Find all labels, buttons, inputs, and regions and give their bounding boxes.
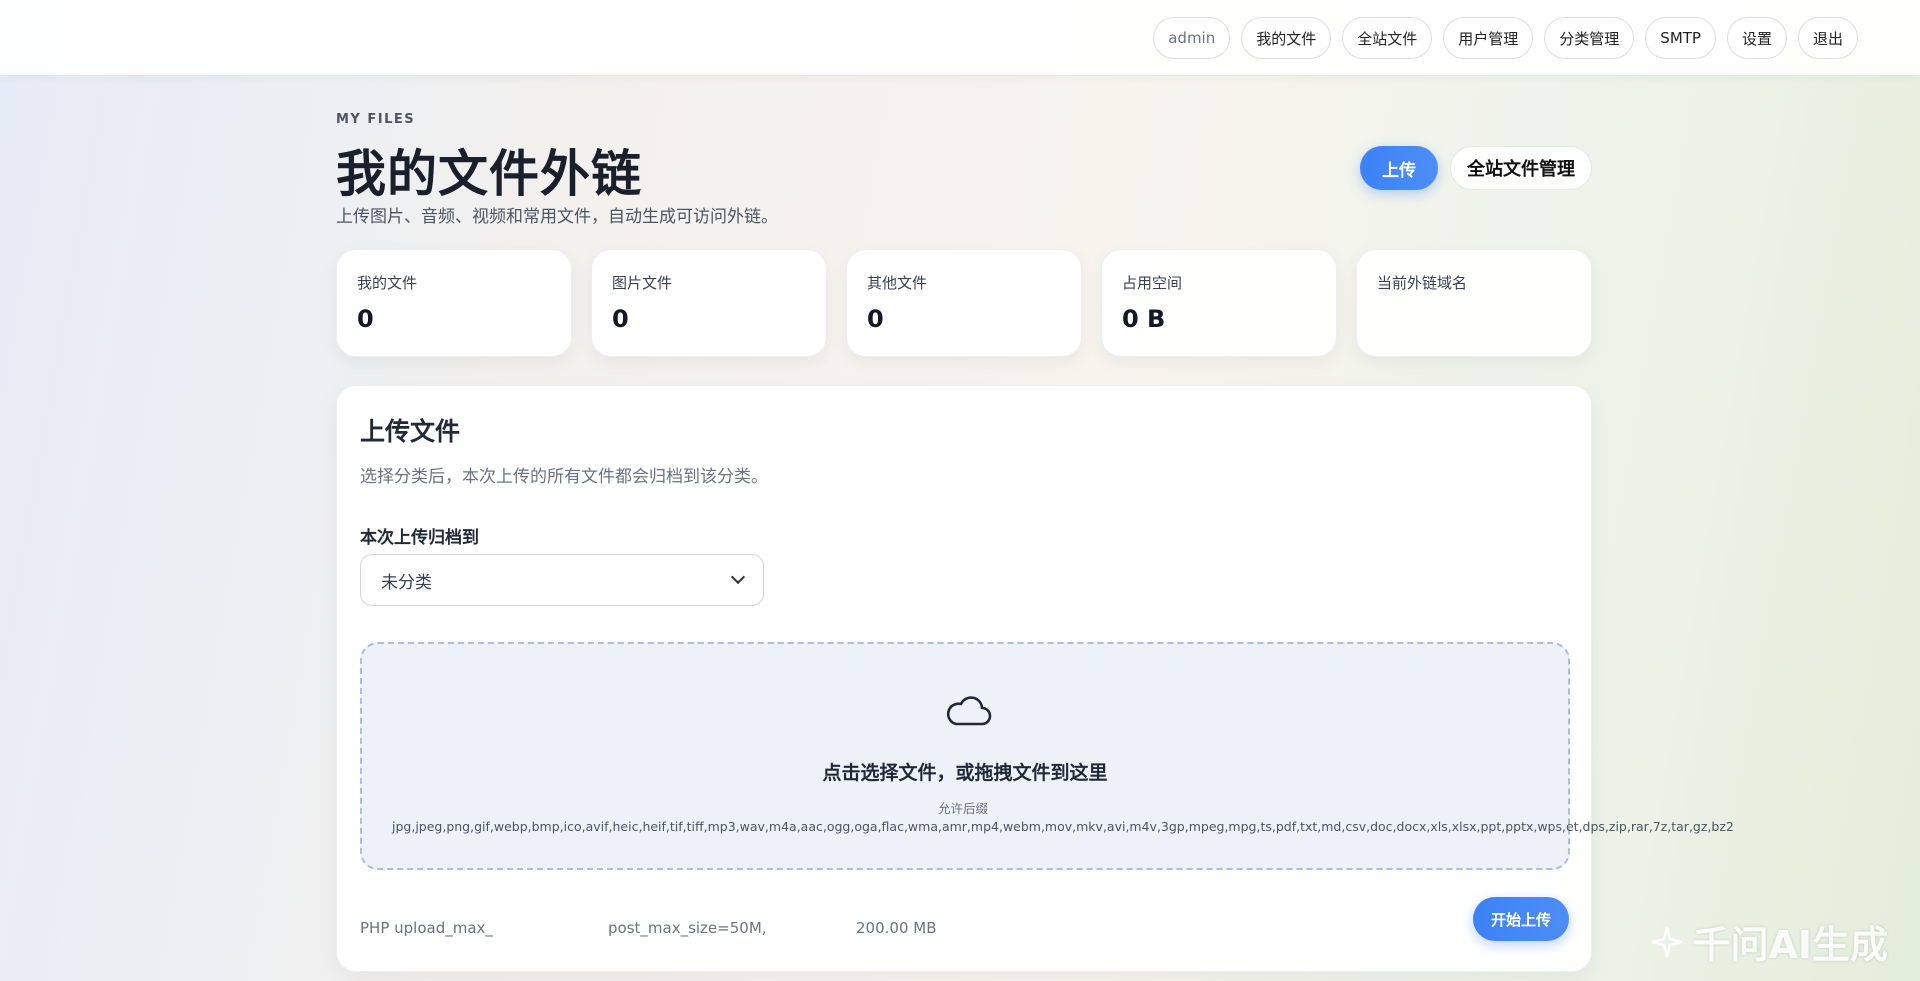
allowed-types-prefix: 允许后缀 xyxy=(937,801,988,816)
allowed-types-list: jpg,jpeg,png,gif,webp,bmp,ico,avif,heic,… xyxy=(392,819,1734,834)
nav-logout[interactable]: 退出 xyxy=(1797,17,1858,59)
page-eyebrow: MY FILES xyxy=(336,112,416,127)
upload-panel-description: 选择分类后，本次上传的所有文件都会归档到该分类。 xyxy=(360,467,768,487)
chevron-down-icon xyxy=(730,569,746,585)
cloud-icon xyxy=(946,696,992,726)
top-navbar: admin 我的文件 全站文件 用户管理 分类管理 SMTP 设置 退出 xyxy=(0,0,1920,76)
stat-label: 图片文件 xyxy=(612,274,673,292)
upload-panel-title: 上传文件 xyxy=(360,417,461,446)
stat-label: 我的文件 xyxy=(357,274,418,292)
limit-size: 200.00 MB xyxy=(856,919,937,937)
stat-card-my-files: 我的文件 0 xyxy=(336,249,572,357)
upload-panel: 上传文件 选择分类后，本次上传的所有文件都会归档到该分类。 本次上传归档到 未分… xyxy=(336,385,1734,972)
sparkle-icon xyxy=(1652,926,1683,957)
watermark: 千问AI生成 xyxy=(1650,914,1888,969)
stat-label: 其他文件 xyxy=(867,274,928,292)
page-title: 我的文件外链 xyxy=(336,145,642,203)
nav-user-management[interactable]: 用户管理 xyxy=(1443,17,1534,59)
stat-label: 当前外链域名 xyxy=(1377,274,1468,292)
limit-post-max: post_max_size=50M, xyxy=(608,919,767,937)
nav-user-admin[interactable]: admin xyxy=(1153,17,1231,59)
nav-all-files[interactable]: 全站文件 xyxy=(1342,17,1433,59)
dropzone-title: 点击选择文件，或拖拽文件到这里 xyxy=(822,762,1108,784)
category-select[interactable]: 未分类 xyxy=(360,554,764,606)
start-upload-button[interactable]: 开始上传 xyxy=(1472,897,1569,941)
allowed-types: 允许后缀 jpg,jpeg,png,gif,webp,bmp,ico,avif,h… xyxy=(392,800,1734,836)
stat-value: 0 B xyxy=(1122,305,1166,333)
all-files-management-button[interactable]: 全站文件管理 xyxy=(1450,146,1592,190)
nav-menu: admin 我的文件 全站文件 用户管理 分类管理 SMTP 设置 退出 xyxy=(1153,17,1858,59)
page-subtitle: 上传图片、音频、视频和常用文件，自动生成可访问外链。 xyxy=(336,207,778,227)
nav-settings[interactable]: 设置 xyxy=(1726,17,1787,59)
stats-row: 我的文件 0 图片文件 0 其他文件 0 占用空间 0 B 当前外链域名 xyxy=(336,249,1592,357)
limit-upload-max: PHP upload_max_ xyxy=(360,919,493,937)
category-select-value: 未分类 xyxy=(381,572,432,593)
stat-value: 0 xyxy=(612,305,629,333)
nav-smtp[interactable]: SMTP xyxy=(1645,17,1716,59)
upload-button[interactable]: 上传 xyxy=(1360,146,1438,190)
stat-card-image-files: 图片文件 0 xyxy=(591,249,827,357)
stat-card-link-domain: 当前外链域名 xyxy=(1356,249,1592,357)
stat-card-storage-used: 占用空间 0 B xyxy=(1101,249,1337,357)
nav-my-files[interactable]: 我的文件 xyxy=(1241,17,1332,59)
stat-value: 0 xyxy=(357,305,374,333)
file-dropzone[interactable]: 点击选择文件，或拖拽文件到这里 允许后缀 jpg,jpeg,png,gif,web… xyxy=(360,642,1734,870)
header-actions: 上传 全站文件管理 xyxy=(1360,146,1592,190)
watermark-text: 千问AI生成 xyxy=(1692,923,1888,967)
stat-value: 0 xyxy=(867,305,884,333)
upload-limits: PHP upload_max_ post_max_size=50M, 200.0… xyxy=(360,919,937,937)
stat-card-other-files: 其他文件 0 xyxy=(846,249,1082,357)
nav-category-management[interactable]: 分类管理 xyxy=(1544,17,1635,59)
stat-label: 占用空间 xyxy=(1122,274,1183,292)
category-field-label: 本次上传归档到 xyxy=(360,528,479,548)
